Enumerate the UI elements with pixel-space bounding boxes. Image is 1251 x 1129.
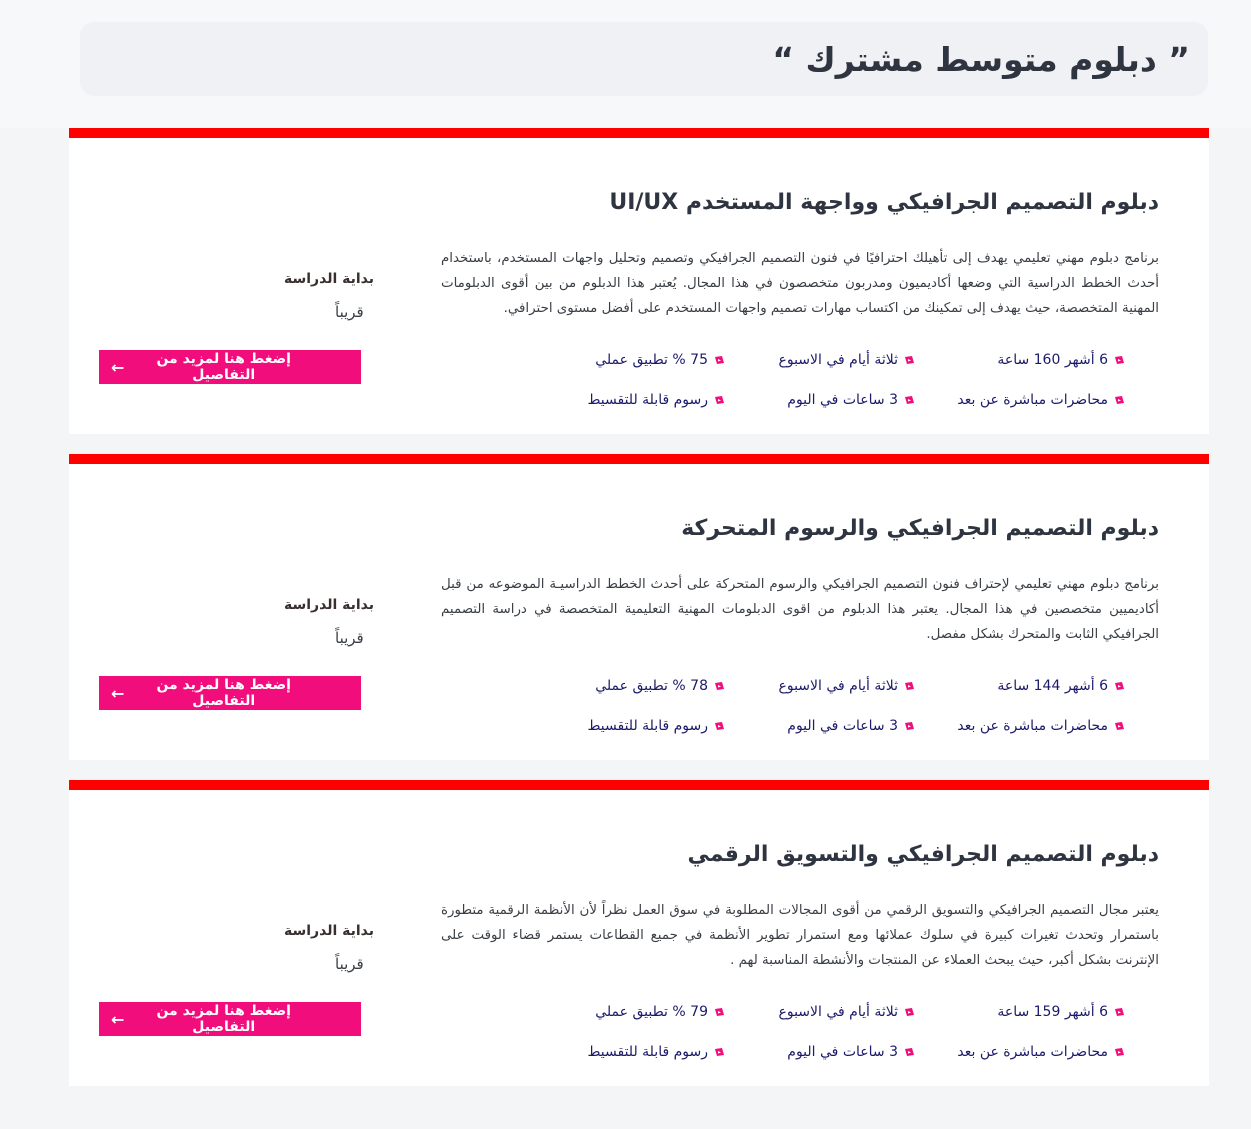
- fact-fees: رسوم قابلة للتقسيط: [565, 716, 725, 735]
- start-value: قريباً: [335, 955, 364, 973]
- fact-text: ثلاثة أيام في الاسبوع: [778, 1003, 899, 1020]
- tag-icon: [714, 355, 725, 365]
- card-description: برنامج دبلوم مهني تعليمي لإحتراف فنون ال…: [441, 577, 1159, 642]
- card-title: دبلوم التصميم الجرافيكي والرسوم المتحركة: [681, 516, 1159, 541]
- tag-icon: [1114, 721, 1125, 731]
- fact-practice: 75 % تطبيق عملي: [565, 350, 725, 369]
- facts-grid: 6 أشهر 144 ساعة ثلاثة أيام في الاسبوع 78…: [565, 676, 1125, 735]
- fact-remote: محاضرات مباشرة عن بعد: [915, 1042, 1125, 1061]
- fact-duration: 6 أشهر 144 ساعة: [915, 676, 1125, 695]
- fact-text: 6 أشهر 144 ساعة: [997, 677, 1108, 694]
- tag-icon: [1114, 355, 1125, 365]
- start-label: بداية الدراسة: [284, 597, 375, 613]
- details-button[interactable]: إضغط هنا لمزيد من التفاصيل ←: [99, 676, 361, 710]
- start-value: قريباً: [335, 629, 364, 647]
- fact-text: محاضرات مباشرة عن بعد: [957, 391, 1108, 408]
- arrow-left-icon: ←: [111, 1009, 125, 1029]
- details-button-label: إضغط هنا لمزيد من التفاصيل: [156, 1003, 291, 1035]
- fact-text: محاضرات مباشرة عن بعد: [957, 717, 1108, 734]
- start-label: بداية الدراسة: [284, 271, 375, 287]
- fact-remote: محاضرات مباشرة عن بعد: [915, 390, 1125, 409]
- card-title: دبلوم التصميم الجرافيكي وواجهة المستخدم …: [609, 190, 1159, 215]
- fact-text: رسوم قابلة للتقسيط: [587, 391, 709, 408]
- diploma-card: دبلوم التصميم الجرافيكي والتسويق الرقمي …: [69, 780, 1209, 1086]
- diploma-card: دبلوم التصميم الجرافيكي والرسوم المتحركة…: [69, 454, 1209, 760]
- fact-text: 75 % تطبيق عملي: [595, 351, 708, 368]
- tag-icon: [1114, 681, 1125, 691]
- details-button[interactable]: إضغط هنا لمزيد من التفاصيل ←: [99, 350, 361, 384]
- start-value: قريباً: [335, 303, 364, 321]
- arrow-left-icon: ←: [111, 357, 125, 377]
- fact-text: 6 أشهر 159 ساعة: [997, 1003, 1108, 1020]
- card-description: يعتبر مجال التصميم الجرافيكي والتسويق ال…: [441, 903, 1159, 968]
- tag-icon: [714, 681, 725, 691]
- tag-icon: [904, 395, 915, 405]
- fact-hours: 3 ساعات في اليوم: [725, 390, 915, 409]
- tag-icon: [714, 1047, 725, 1057]
- tag-icon: [904, 1007, 915, 1017]
- fact-practice: 79 % تطبيق عملي: [565, 1002, 725, 1021]
- fact-fees: رسوم قابلة للتقسيط: [565, 1042, 725, 1061]
- fact-text: 3 ساعات في اليوم: [787, 391, 898, 408]
- tag-icon: [1114, 1047, 1125, 1057]
- fact-text: ثلاثة أيام في الاسبوع: [778, 351, 899, 368]
- tag-icon: [1114, 395, 1125, 405]
- tag-icon: [714, 1007, 725, 1017]
- fact-text: 3 ساعات في اليوم: [787, 717, 898, 734]
- diploma-card: دبلوم التصميم الجرافيكي وواجهة المستخدم …: [69, 128, 1209, 434]
- fact-text: ثلاثة أيام في الاسبوع: [778, 677, 899, 694]
- title-box: ” دبلوم متوسط مشترك “: [80, 22, 1208, 96]
- fact-hours: 3 ساعات في اليوم: [725, 716, 915, 735]
- fact-duration: 6 أشهر 159 ساعة: [915, 1002, 1125, 1021]
- fact-text: رسوم قابلة للتقسيط: [587, 1043, 709, 1060]
- details-button-label: إضغط هنا لمزيد من التفاصيل: [156, 351, 291, 383]
- page: ” دبلوم متوسط مشترك “ دبلوم التصميم الجر…: [0, 0, 1251, 1129]
- tag-icon: [904, 681, 915, 691]
- fact-days: ثلاثة أيام في الاسبوع: [725, 1002, 915, 1021]
- card-description: برنامج دبلوم مهني تعليمي يهدف إلى تأهيلك…: [441, 251, 1159, 316]
- fact-remote: محاضرات مباشرة عن بعد: [915, 716, 1125, 735]
- fact-days: ثلاثة أيام في الاسبوع: [725, 350, 915, 369]
- card-title: دبلوم التصميم الجرافيكي والتسويق الرقمي: [687, 842, 1159, 867]
- fact-text: 79 % تطبيق عملي: [595, 1003, 708, 1020]
- start-label: بداية الدراسة: [284, 923, 375, 939]
- fact-practice: 78 % تطبيق عملي: [565, 676, 725, 695]
- fact-duration: 6 أشهر 160 ساعة: [915, 350, 1125, 369]
- tag-icon: [1114, 1007, 1125, 1017]
- fact-text: محاضرات مباشرة عن بعد: [957, 1043, 1108, 1060]
- page-title: ” دبلوم متوسط مشترك “: [772, 39, 1190, 79]
- fact-days: ثلاثة أيام في الاسبوع: [725, 676, 915, 695]
- fact-text: رسوم قابلة للتقسيط: [587, 717, 709, 734]
- fact-fees: رسوم قابلة للتقسيط: [565, 390, 725, 409]
- facts-grid: 6 أشهر 159 ساعة ثلاثة أيام في الاسبوع 79…: [565, 1002, 1125, 1061]
- facts-grid: 6 أشهر 160 ساعة ثلاثة أيام في الاسبوع 75…: [565, 350, 1125, 409]
- fact-hours: 3 ساعات في اليوم: [725, 1042, 915, 1061]
- details-button-label: إضغط هنا لمزيد من التفاصيل: [156, 677, 291, 709]
- tag-icon: [904, 355, 915, 365]
- fact-text: 3 ساعات في اليوم: [787, 1043, 898, 1060]
- details-button[interactable]: إضغط هنا لمزيد من التفاصيل ←: [99, 1002, 361, 1036]
- tag-icon: [904, 721, 915, 731]
- tag-icon: [904, 1047, 915, 1057]
- fact-text: 78 % تطبيق عملي: [595, 677, 708, 694]
- fact-text: 6 أشهر 160 ساعة: [997, 351, 1108, 368]
- tag-icon: [714, 721, 725, 731]
- arrow-left-icon: ←: [111, 683, 125, 703]
- tag-icon: [714, 395, 725, 405]
